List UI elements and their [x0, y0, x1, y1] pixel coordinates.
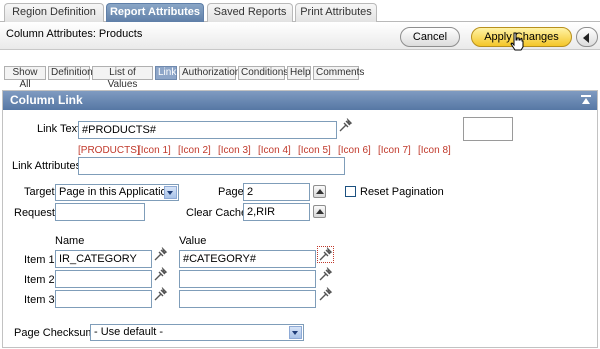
- reset-pagination-label: Reset Pagination: [360, 186, 444, 198]
- collapse-icon[interactable]: [581, 95, 591, 106]
- hand-cursor-icon: [510, 32, 524, 51]
- link-text-input[interactable]: #PRODUCTS#: [78, 121, 337, 139]
- item-2-name-input[interactable]: [55, 270, 152, 288]
- page-label: Page: [218, 186, 244, 198]
- name-column-header: Name: [55, 235, 85, 247]
- item-3-value-input[interactable]: [179, 290, 316, 308]
- dropdown-arrow-icon[interactable]: [164, 186, 177, 199]
- page-title: Column Attributes: Products: [6, 28, 143, 40]
- subtab-authorization[interactable]: Authorization: [179, 66, 240, 80]
- left-arrow-icon: [583, 33, 589, 43]
- clear-cache-label: Clear Cache: [186, 207, 248, 219]
- subtab-conditions[interactable]: Conditions: [238, 66, 288, 80]
- item-3-label: Item 3: [24, 294, 55, 306]
- subtab-list-of-values[interactable]: List of Values: [92, 66, 153, 90]
- subtab-definition[interactable]: Definition: [48, 66, 93, 80]
- region-title: Column Link: [10, 93, 83, 107]
- tab-report-attributes[interactable]: Report Attributes: [106, 3, 204, 22]
- item-3-value-picker-icon[interactable]: [318, 287, 333, 302]
- previous-button[interactable]: [576, 27, 598, 47]
- page-checksum-select[interactable]: - Use default -: [90, 324, 304, 341]
- region-header: Column Link: [3, 91, 597, 110]
- cancel-button[interactable]: Cancel: [400, 27, 460, 47]
- subtab-show-all[interactable]: Show All: [4, 66, 46, 90]
- link-attributes-label: Link Attributes: [12, 160, 82, 172]
- tab-saved-reports[interactable]: Saved Reports: [207, 3, 293, 22]
- request-label: Request: [14, 207, 55, 219]
- subtab-link[interactable]: Link: [155, 66, 177, 80]
- tab-region-definition[interactable]: Region Definition: [4, 3, 104, 22]
- item-3-name-picker-icon[interactable]: [153, 287, 168, 302]
- top-tab-bar: Region Definition Report Attributes Save…: [0, 0, 600, 22]
- link-text-label: Link Text: [37, 123, 81, 135]
- substitution-products[interactable]: [PRODUCTS]: [78, 145, 140, 156]
- substitution-icon-7[interactable]: [Icon 7]: [378, 145, 411, 156]
- page-input[interactable]: 2: [243, 183, 310, 201]
- target-select-value: Page in this Application: [59, 186, 173, 198]
- target-label: Target: [24, 186, 55, 198]
- dropdown-arrow-icon[interactable]: [289, 326, 302, 339]
- target-select[interactable]: Page in this Application: [55, 184, 179, 201]
- item-2-label: Item 2: [24, 274, 55, 286]
- item-3-name-input[interactable]: [55, 290, 152, 308]
- item-1-value-picker-icon[interactable]: [317, 246, 334, 263]
- tab-print-attributes[interactable]: Print Attributes: [295, 3, 377, 22]
- substitution-icon-8[interactable]: [Icon 8]: [418, 145, 451, 156]
- subtab-comments[interactable]: Comments: [313, 66, 364, 80]
- item-1-value-input[interactable]: #CATEGORY#: [179, 250, 316, 268]
- page-checksum-label: Page Checksum: [14, 327, 95, 339]
- page-checksum-select-value: - Use default -: [94, 326, 164, 338]
- substitution-icon-4[interactable]: [Icon 4]: [258, 145, 291, 156]
- subtab-help[interactable]: Help: [287, 66, 311, 80]
- link-text-picker-icon[interactable]: [338, 118, 353, 133]
- page-lookup-icon[interactable]: [313, 185, 326, 198]
- clear-cache-input[interactable]: 2,RIR: [243, 203, 310, 221]
- value-column-header: Value: [179, 235, 207, 247]
- request-input[interactable]: [55, 203, 145, 221]
- link-preview-box: [463, 117, 513, 141]
- reset-pagination-checkbox[interactable]: [345, 186, 356, 197]
- substitution-icon-3[interactable]: [Icon 3]: [218, 145, 251, 156]
- item-1-label: Item 1: [24, 254, 55, 266]
- item-2-name-picker-icon[interactable]: [153, 267, 168, 282]
- item-2-value-picker-icon[interactable]: [318, 267, 333, 282]
- substitution-icon-2[interactable]: [Icon 2]: [178, 145, 211, 156]
- substitution-icon-6[interactable]: [Icon 6]: [338, 145, 371, 156]
- clear-cache-lookup-icon[interactable]: [313, 205, 326, 218]
- item-1-name-input[interactable]: IR_CATEGORY: [55, 250, 152, 268]
- item-2-value-input[interactable]: [179, 270, 316, 288]
- substitution-icon-1[interactable]: [Icon 1]: [138, 145, 171, 156]
- substitution-icon-5[interactable]: [Icon 5]: [298, 145, 331, 156]
- item-1-name-picker-icon[interactable]: [153, 247, 168, 262]
- link-attributes-input[interactable]: [78, 157, 345, 175]
